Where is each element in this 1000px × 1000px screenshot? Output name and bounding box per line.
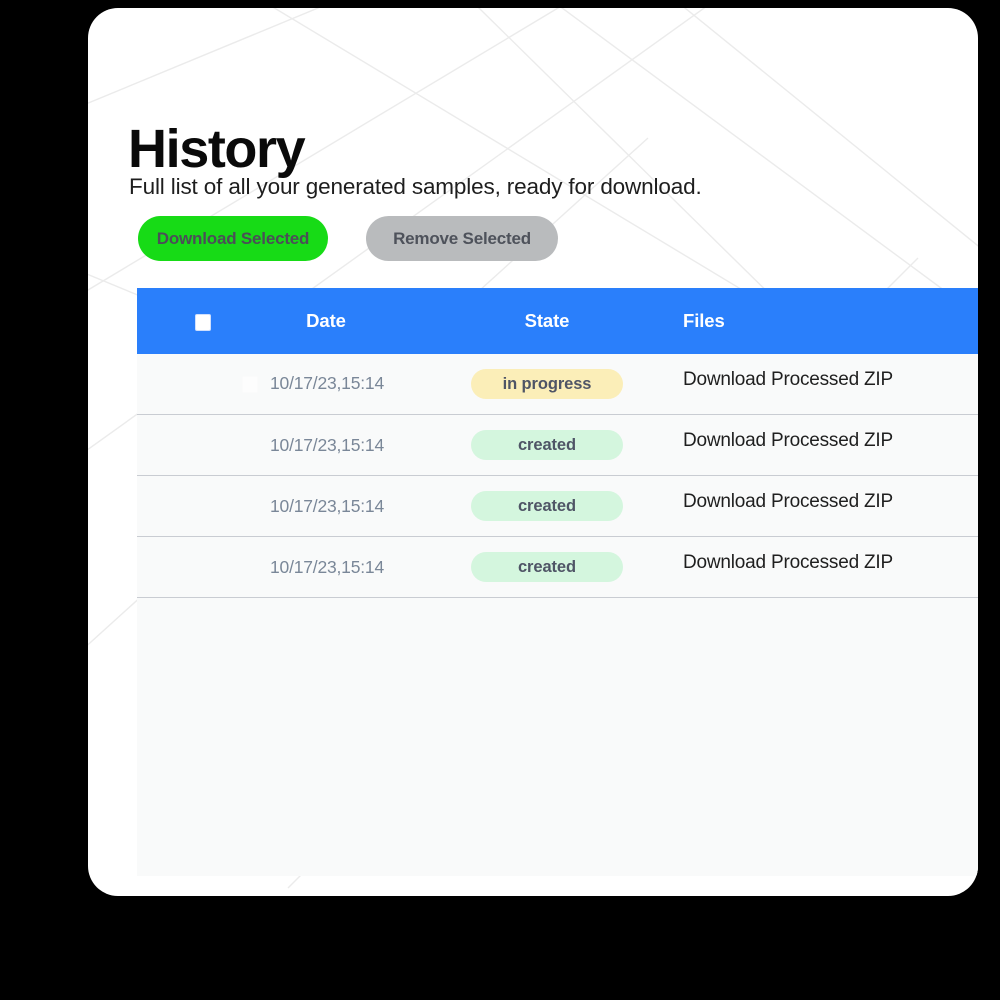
row-date-cell: 10/17/23,15:14 [247,476,407,536]
card-content: History Full list of all your generated … [88,8,978,896]
column-header-state[interactable]: State [477,288,617,354]
page-subtitle: Full list of all your generated samples,… [129,173,702,199]
download-processed-zip-link[interactable]: Download Processed ZIP [683,552,893,574]
row-select-cell [184,537,244,597]
status-badge: created [471,430,623,460]
row-files-cell: Download Processed ZIP [683,411,978,471]
column-header-date[interactable]: Date [266,288,386,354]
row-files-cell: Download Processed ZIP [683,472,978,532]
status-badge: created [471,552,623,582]
row-date-text: 10/17/23,15:14 [270,556,384,577]
download-processed-zip-link[interactable]: Download Processed ZIP [683,430,893,452]
row-state-cell: created [457,415,637,475]
table-row[interactable]: 10/17/23,15:14 created Download Processe… [137,476,978,537]
page-title: History [128,119,306,180]
row-state-cell: created [457,537,637,597]
row-date-cell: 10/17/23,15:14 [247,415,407,475]
row-date-cell: 10/17/23,15:14 [247,537,407,597]
app-root: History Full list of all your generated … [0,0,1000,1000]
row-select-cell [184,354,258,414]
remove-selected-button[interactable]: Remove Selected [366,216,558,261]
column-header-files[interactable]: Files [683,288,883,354]
select-all-checkbox[interactable] [195,314,211,331]
row-select-cell [184,415,244,475]
table-header-row: Date State Files [137,288,978,354]
row-date-text: 10/17/23,15:14 [270,372,384,393]
row-date-text: 10/17/23,15:14 [270,495,384,516]
row-select-cell [184,476,244,536]
status-badge: in progress [471,369,623,399]
history-table: Date State Files 10/17/23,15:14 in progr… [137,288,978,876]
download-processed-zip-link[interactable]: Download Processed ZIP [683,369,893,391]
row-files-cell: Download Processed ZIP [683,533,978,593]
table-row[interactable]: 10/17/23,15:14 in progress Download Proc… [137,354,978,415]
table-row[interactable]: 10/17/23,15:14 created Download Processe… [137,537,978,598]
history-card: History Full list of all your generated … [88,8,978,896]
table-body: 10/17/23,15:14 in progress Download Proc… [137,354,978,876]
row-state-cell: in progress [457,354,637,414]
status-badge: created [471,491,623,521]
row-files-cell: Download Processed ZIP [683,350,978,410]
row-date-cell: 10/17/23,15:14 [247,353,407,413]
table-row[interactable]: 10/17/23,15:14 created Download Processe… [137,415,978,476]
row-state-cell: created [457,476,637,536]
download-processed-zip-link[interactable]: Download Processed ZIP [683,491,893,513]
download-selected-button[interactable]: Download Selected [138,216,328,261]
row-date-text: 10/17/23,15:14 [270,434,384,455]
